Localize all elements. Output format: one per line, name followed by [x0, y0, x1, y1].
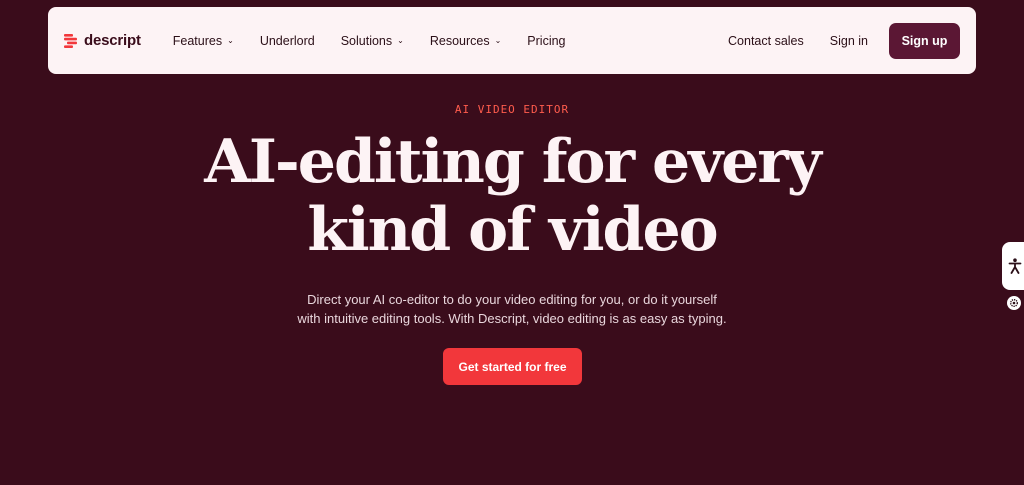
descript-logo-icon — [64, 33, 77, 48]
subtext-line-1: Direct your AI co-editor to do your vide… — [307, 292, 717, 307]
nav-item-resources[interactable]: Resources ⌄ — [417, 34, 514, 48]
nav-item-label: Pricing — [527, 33, 566, 48]
descript-logo[interactable]: descript — [64, 32, 141, 49]
accessibility-settings-button[interactable] — [1007, 296, 1021, 310]
nav-actions: Contact sales Sign in Sign up — [715, 22, 960, 59]
logo-wordmark: descript — [84, 32, 141, 49]
subtext-line-2: with intuitive editing tools. With Descr… — [297, 311, 727, 326]
headline-line-1: AI-editing for every — [204, 127, 821, 197]
nav-item-label: Solutions — [340, 33, 393, 48]
accessibility-person-icon — [1008, 258, 1022, 274]
nav-item-pricing[interactable]: Pricing — [514, 34, 578, 48]
hero-eyebrow: AI VIDEO EDITOR — [454, 103, 570, 116]
chevron-down-icon: ⌄ — [494, 35, 502, 45]
headline-line-2: kind of video — [307, 195, 718, 265]
sign-up-button[interactable]: Sign up — [889, 22, 960, 59]
chevron-down-icon: ⌄ — [397, 35, 404, 45]
get-started-button[interactable]: Get started for free — [443, 348, 582, 385]
gear-icon — [1010, 299, 1018, 307]
hero-headline: AI-editing for every kind of video — [0, 128, 1024, 264]
contact-sales-link[interactable]: Contact sales — [715, 34, 817, 48]
hero-subtext: Direct your AI co-editor to do your vide… — [262, 290, 762, 328]
chevron-down-icon: ⌄ — [227, 35, 234, 45]
nav-item-solutions[interactable]: Solutions ⌄ — [328, 34, 417, 48]
nav-item-label: Underlord — [259, 33, 315, 48]
accessibility-widget-tab[interactable] — [1002, 242, 1024, 290]
nav-item-underlord[interactable]: Underlord — [247, 34, 328, 48]
top-navbar: descript Features ⌄ Underlord Solutions … — [48, 7, 976, 74]
sign-in-link[interactable]: Sign in — [817, 34, 881, 48]
nav-item-features[interactable]: Features ⌄ — [171, 34, 247, 48]
page: descript Features ⌄ Underlord Solutions … — [0, 0, 1024, 485]
nav-item-label: Resources — [429, 33, 490, 48]
main-nav: Features ⌄ Underlord Solutions ⌄ Resourc… — [171, 34, 579, 48]
nav-item-label: Features — [172, 33, 223, 48]
